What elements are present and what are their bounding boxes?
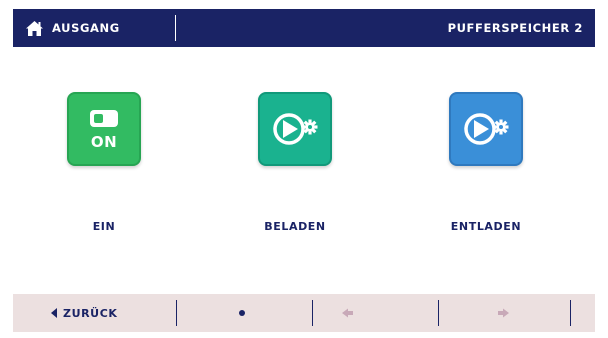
arrow-left-icon (342, 308, 353, 318)
page-title: PUFFERSPEICHER 2 (447, 21, 583, 35)
page-indicator (239, 310, 245, 316)
back-label: ZURÜCK (63, 306, 118, 320)
back-button[interactable]: ZURÜCK (51, 294, 118, 332)
beladen-tile[interactable] (258, 92, 332, 166)
prev-button[interactable] (338, 305, 358, 321)
ein-tile[interactable]: ON (67, 92, 141, 166)
footer-divider (312, 300, 313, 326)
on-badge: ON (90, 133, 118, 151)
caret-left-icon (51, 308, 57, 318)
home-icon (26, 20, 43, 36)
entladen-tile[interactable] (449, 92, 523, 166)
arrow-right-icon (498, 308, 509, 318)
toggle-switch-icon (90, 110, 118, 127)
next-button[interactable] (493, 305, 513, 321)
footer-divider (176, 300, 177, 326)
entladen-label: ENTLADEN (450, 220, 522, 233)
header-divider (175, 15, 176, 41)
beladen-label: BELADEN (264, 220, 326, 233)
home-button[interactable]: AUSGANG (25, 9, 120, 47)
home-label: AUSGANG (52, 21, 120, 35)
footer-bar: ZURÜCK (13, 294, 595, 332)
header-bar: AUSGANG PUFFERSPEICHER 2 (13, 9, 595, 47)
pump-gear-icon (273, 113, 318, 145)
footer-divider (438, 300, 439, 326)
pump-gear-icon (464, 113, 509, 145)
ein-label: EIN (92, 220, 116, 233)
footer-divider (570, 300, 571, 326)
